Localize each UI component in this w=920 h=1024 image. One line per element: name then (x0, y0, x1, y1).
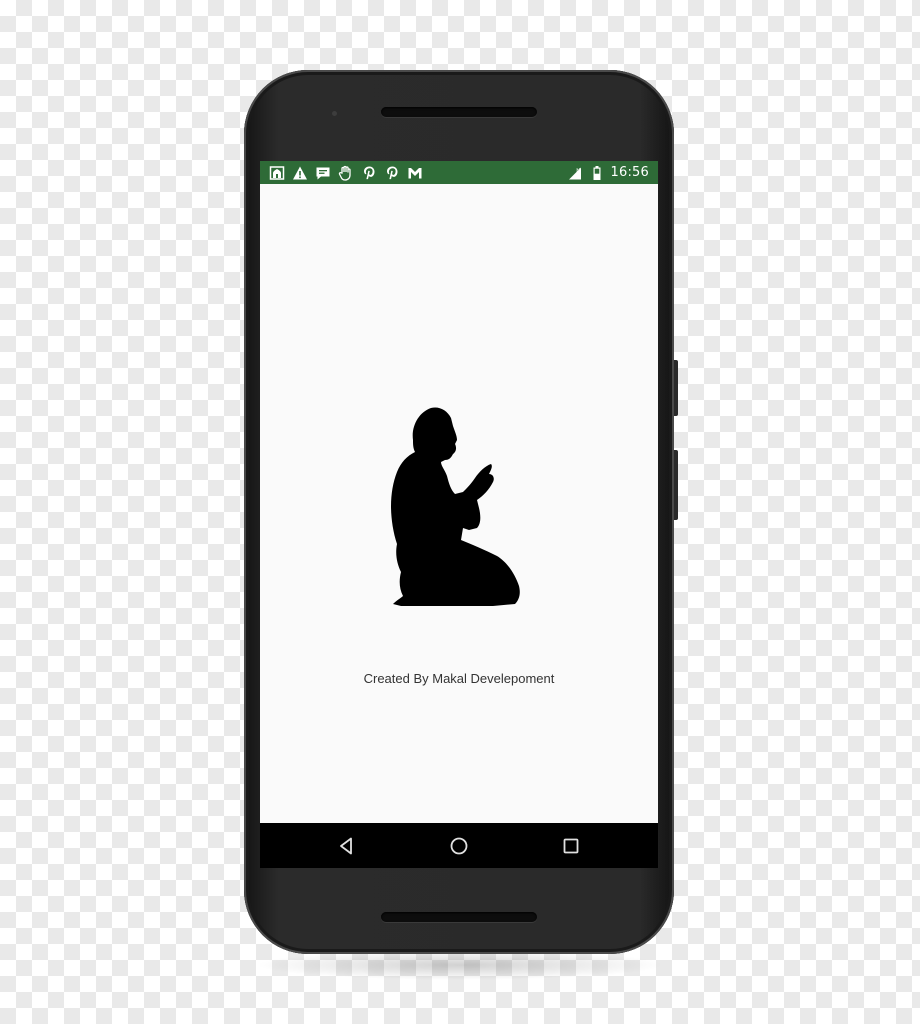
warning-icon (292, 165, 308, 181)
system-status: H 16:56 (567, 161, 649, 184)
status-bar: H 16:56 (260, 161, 658, 184)
chat-icon (315, 165, 331, 181)
power-button (674, 450, 678, 520)
back-button[interactable] (336, 835, 358, 857)
phone-shadow (255, 950, 665, 980)
credit-text: Created By Makal Develepoment (363, 671, 555, 686)
hand-icon (338, 165, 354, 181)
home-icon (448, 835, 470, 857)
page-background: H 16:56 Created By Makal Develepoment (0, 0, 920, 1024)
volume-button (674, 360, 678, 416)
splash-screen: Created By Makal Develepoment (260, 184, 658, 823)
pinterest-icon (384, 165, 400, 181)
signal-icon: H (567, 165, 583, 181)
back-icon (336, 835, 358, 857)
home-button[interactable] (448, 835, 470, 857)
recents-icon (560, 835, 582, 857)
navigation-bar (260, 823, 658, 868)
status-time: 16:56 (610, 165, 649, 180)
phone-screen: H 16:56 Created By Makal Develepoment (260, 161, 658, 868)
front-camera (332, 111, 337, 116)
bottom-speaker (381, 912, 537, 922)
svg-text:H: H (576, 168, 580, 174)
mosque-icon (269, 165, 285, 181)
notification-icons (269, 161, 423, 184)
recents-button[interactable] (560, 835, 582, 857)
pinterest-icon (361, 165, 377, 181)
earpiece-speaker (381, 107, 537, 117)
gmail-icon (407, 165, 423, 181)
praying-man-silhouette-icon (389, 404, 521, 608)
battery-icon (589, 165, 605, 181)
